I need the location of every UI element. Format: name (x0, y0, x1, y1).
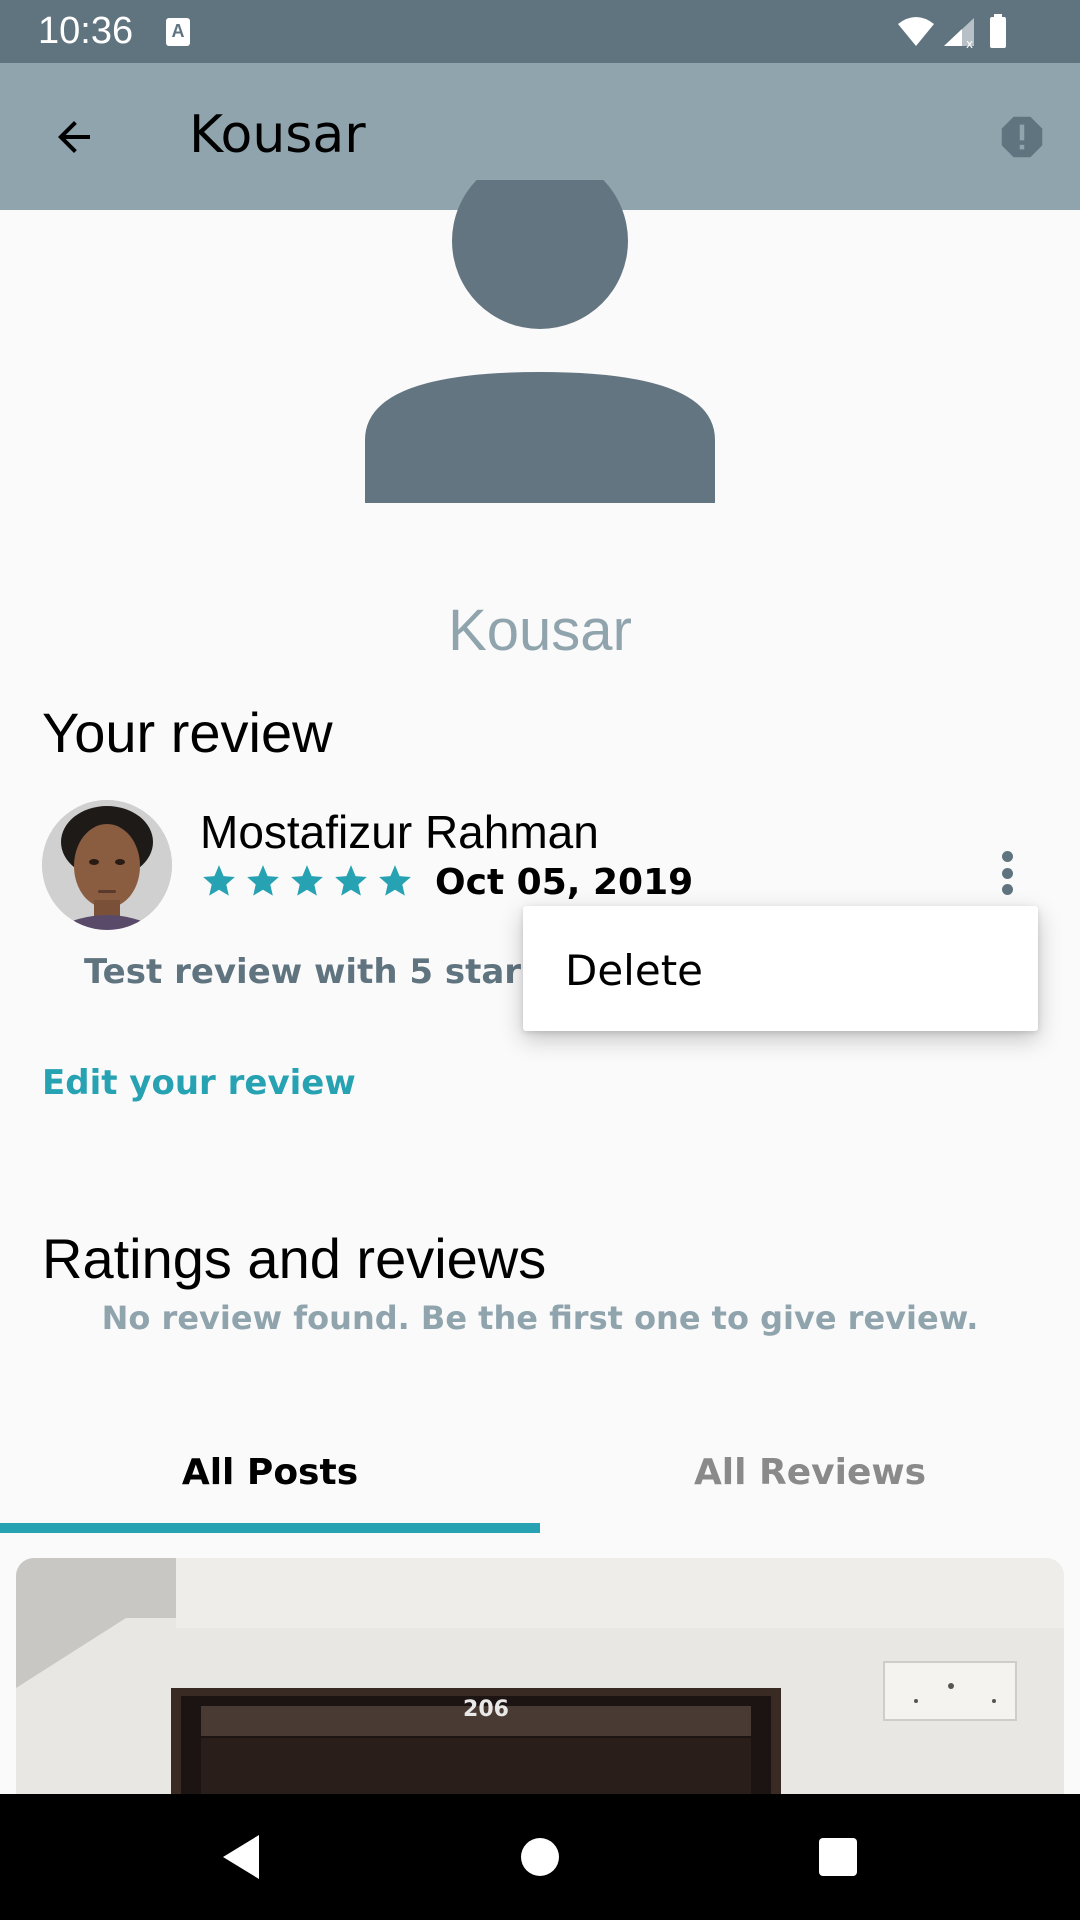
rating-stars (200, 862, 414, 900)
arrow-back-icon (58, 121, 90, 153)
nav-back-button[interactable] (208, 1824, 274, 1890)
status-time: 10:36 (38, 10, 134, 52)
reviewer-name: Mostafizur Rahman (200, 806, 599, 858)
tab-all-reviews[interactable]: All Reviews (540, 1430, 1080, 1535)
star-icon (291, 865, 323, 896)
tab-indicator (0, 1523, 540, 1533)
nav-home-button[interactable] (507, 1824, 573, 1890)
reviewer-avatar (42, 800, 172, 930)
popup-menu: Delete (523, 906, 1038, 1031)
ratings-heading: Ratings and reviews (42, 1227, 547, 1290)
keyboard-indicator-icon: A (166, 18, 190, 46)
star-icon (335, 865, 367, 896)
empty-reviews-message: No review found. Be the first one to giv… (101, 1299, 979, 1337)
signal-icon: x (944, 18, 974, 50)
post-image-number: 206 (463, 1697, 509, 1722)
tab-all-posts[interactable]: All Posts (0, 1430, 540, 1535)
edit-review-link[interactable]: Edit your review (42, 1063, 356, 1103)
profile-name: Kousar (448, 598, 632, 663)
system-nav-bar (0, 1794, 1080, 1920)
status-icons: x (894, 14, 1044, 50)
star-icon (379, 865, 411, 896)
review-date: Oct 05, 2019 (435, 862, 694, 903)
review-text: Test review with 5 star :) (84, 952, 563, 992)
more-vert-icon (1001, 851, 1013, 862)
delete-menu-item[interactable]: Delete (565, 946, 703, 995)
circle-home-icon (521, 1838, 559, 1876)
back-button[interactable] (38, 101, 110, 173)
page-title: Kousar (189, 105, 366, 165)
battery-icon (990, 14, 1006, 48)
star-icon (247, 865, 279, 896)
star-icon (203, 865, 235, 896)
status-bar: 10:36 A x (0, 0, 1080, 63)
wifi-icon (898, 17, 934, 46)
report-icon (1001, 116, 1043, 158)
report-button[interactable] (990, 105, 1054, 169)
tab-bar: All Posts All Reviews (0, 1430, 1080, 1535)
nav-recents-button[interactable] (805, 1824, 871, 1890)
your-review-heading: Your review (42, 701, 333, 764)
triangle-back-icon (223, 1835, 259, 1879)
profile-avatar (360, 153, 720, 520)
square-recents-icon (819, 1838, 857, 1876)
more-options-button[interactable] (990, 845, 1024, 901)
svg-text:x: x (966, 37, 973, 50)
person-placeholder-icon (365, 153, 715, 503)
